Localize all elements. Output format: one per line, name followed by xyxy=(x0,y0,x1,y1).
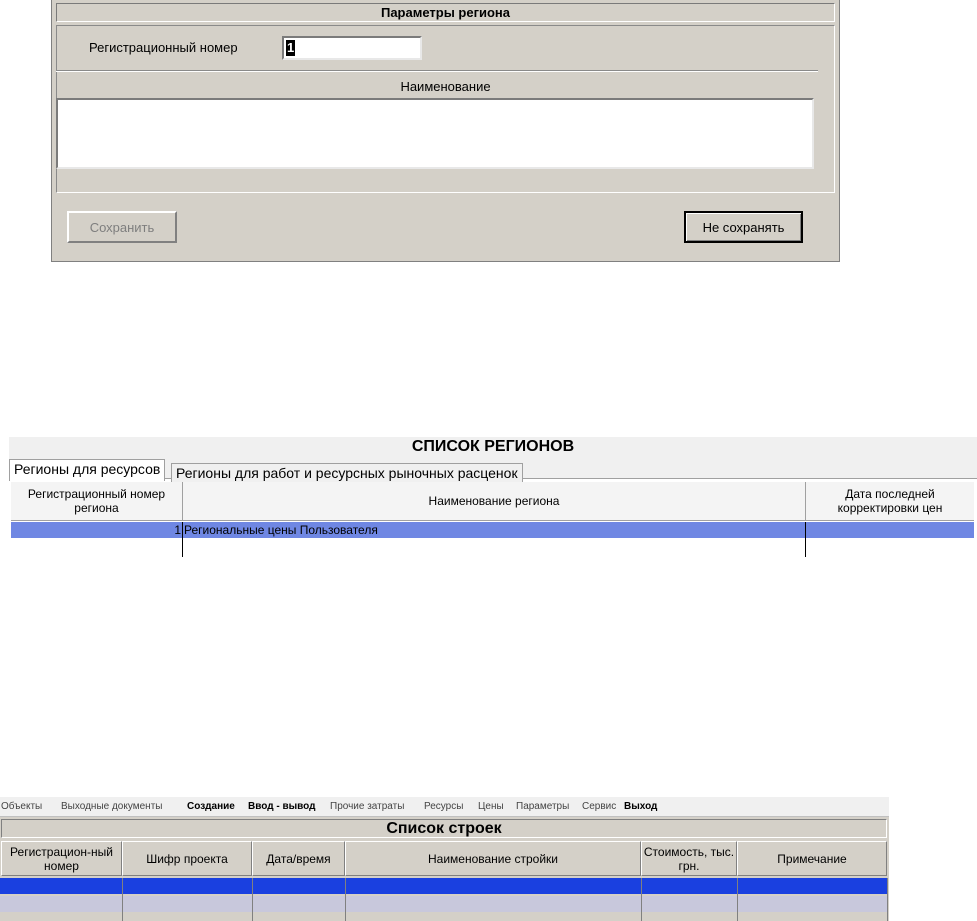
menu-output-docs[interactable]: Выходные документы xyxy=(61,800,162,814)
menu-service[interactable]: Сервис xyxy=(582,800,616,814)
column-header-construction-name[interactable]: Наименование стройки xyxy=(345,841,641,876)
region-list-title: СПИСОК РЕГИОНОВ xyxy=(9,437,977,457)
column-header-reg-number[interactable]: Регистрацион-ный номер xyxy=(1,841,122,876)
reg-number-input[interactable]: 1 xyxy=(282,36,422,60)
column-header-reg-number[interactable]: Регистрационный номер региона xyxy=(11,482,183,521)
row-last-update xyxy=(806,522,974,538)
menu-other-costs[interactable]: Прочие затраты xyxy=(330,800,404,814)
name-label: Наименование xyxy=(400,79,491,94)
grid-line xyxy=(252,878,253,921)
tab-work-regions[interactable]: Регионы для работ и ресурсных рыночных р… xyxy=(171,463,523,482)
region-list-window: СПИСОК РЕГИОНОВ Регионы для ресурсов Рег… xyxy=(9,437,977,557)
table-row[interactable] xyxy=(0,878,887,894)
grid-line xyxy=(345,878,346,921)
menu-prices[interactable]: Цены xyxy=(478,800,504,814)
menu-create[interactable]: Создание xyxy=(187,800,235,814)
row-region-name: Региональные цены Пользователя xyxy=(183,522,806,538)
construction-list-title: Список строек xyxy=(1,819,887,838)
reg-number-value: 1 xyxy=(286,40,296,56)
column-header-last-update[interactable]: Дата последней корректировки цен xyxy=(806,482,974,521)
reg-number-label: Регистрационный номер xyxy=(89,40,238,55)
grid-line xyxy=(641,878,642,921)
region-table: Регистрационный номер региона Наименован… xyxy=(11,482,974,557)
name-textarea[interactable] xyxy=(56,98,814,169)
grid-line xyxy=(182,538,183,557)
menu-parameters[interactable]: Параметры xyxy=(516,800,569,814)
row-reg-number: 1 xyxy=(11,522,183,538)
region-params-dialog: Параметры региона Регистрационный номер … xyxy=(51,0,840,262)
menu-input-output[interactable]: Ввод - вывод xyxy=(248,800,315,814)
save-button[interactable]: Сохранить xyxy=(67,211,177,243)
menu-bar: Объекты Выходные документы Создание Ввод… xyxy=(0,797,889,817)
grid-line xyxy=(805,538,806,557)
tab-resource-regions[interactable]: Регионы для ресурсов xyxy=(9,459,166,481)
dialog-title: Параметры региона xyxy=(56,3,835,22)
dont-save-button[interactable]: Не сохранять xyxy=(684,211,803,243)
column-header-datetime[interactable]: Дата/время xyxy=(252,841,345,876)
column-header-project-code[interactable]: Шифр проекта xyxy=(122,841,252,876)
grid-line xyxy=(887,878,888,921)
grid-line xyxy=(122,878,123,921)
column-header-region-name[interactable]: Наименование региона xyxy=(183,482,806,521)
column-header-cost[interactable]: Стоимость, тыс. грн. xyxy=(641,841,737,876)
menu-exit[interactable]: Выход xyxy=(624,800,657,814)
divider xyxy=(56,70,818,72)
grid-line xyxy=(737,878,738,921)
table-row[interactable] xyxy=(0,896,887,912)
menu-objects[interactable]: Объекты xyxy=(1,800,42,814)
column-header-note[interactable]: Примечание xyxy=(737,841,887,876)
construction-list-window: Объекты Выходные документы Создание Ввод… xyxy=(0,797,889,921)
menu-resources[interactable]: Ресурсы xyxy=(424,800,463,814)
